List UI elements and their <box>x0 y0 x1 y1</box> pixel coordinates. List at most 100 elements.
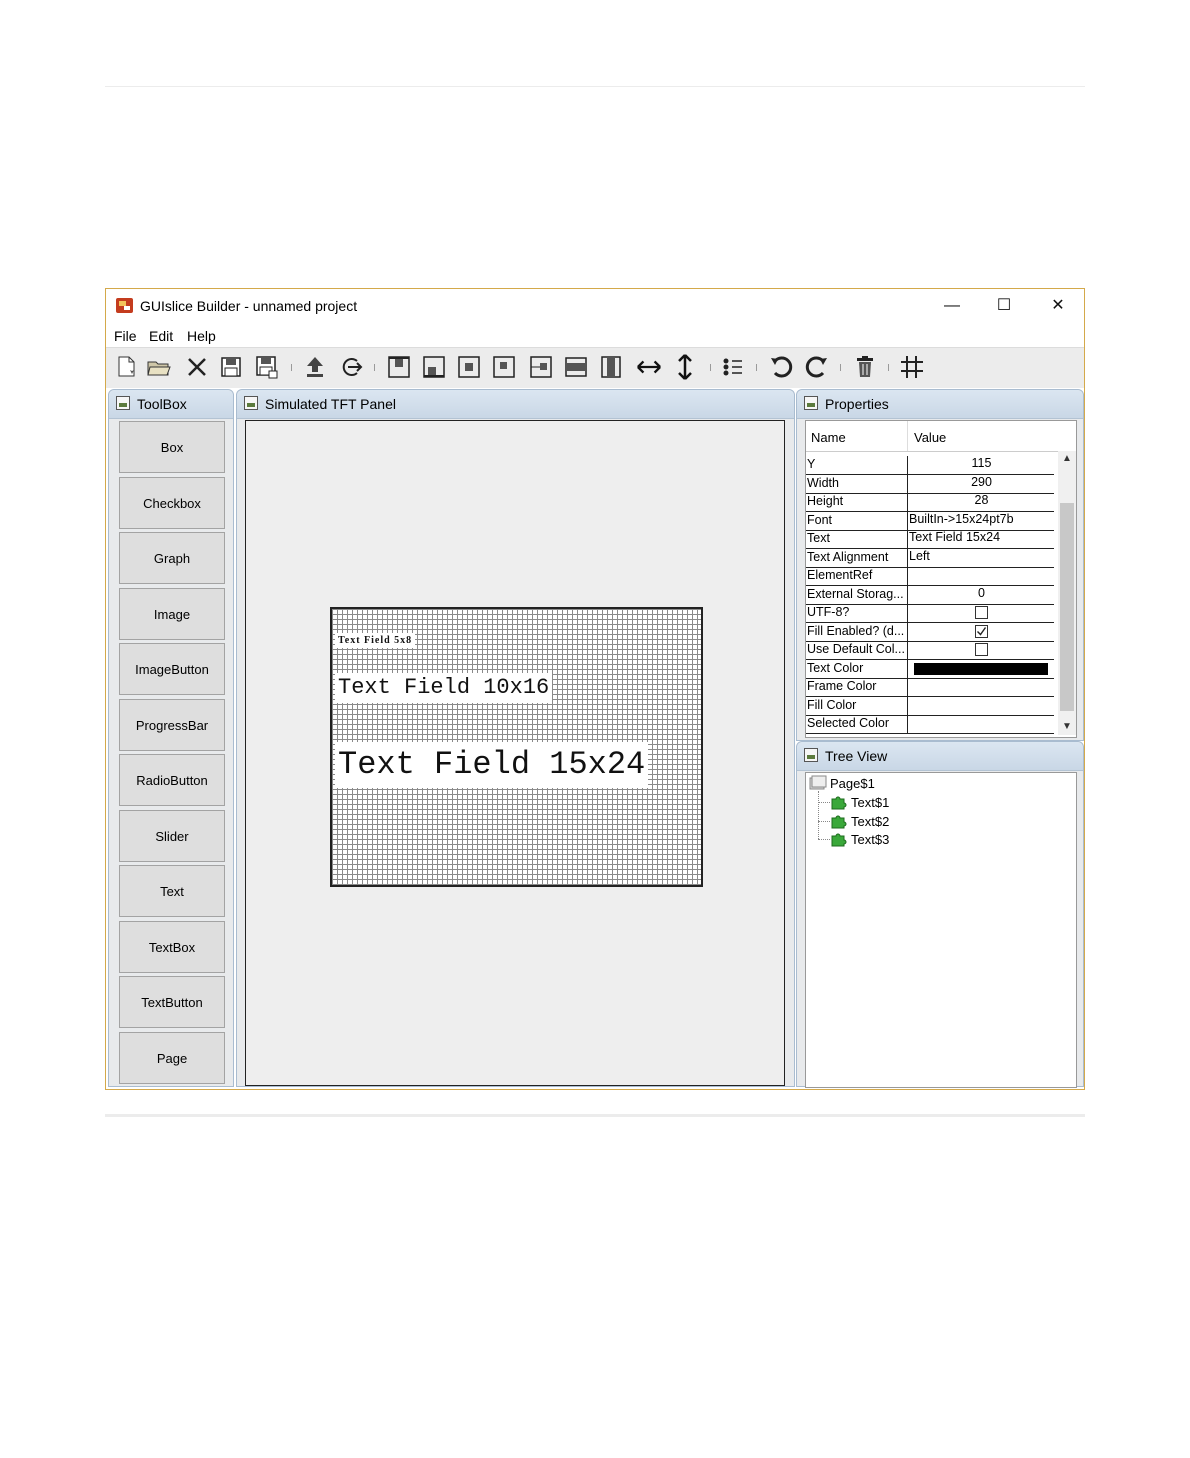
toolbox-radiobutton-button[interactable]: RadioButton <box>119 754 225 806</box>
property-row[interactable]: Height 28 <box>806 493 1054 512</box>
property-row[interactable]: Text Alignment Left <box>806 548 1056 568</box>
tft-canvas-area[interactable]: Text Field 5x8 Text Field 10x16 Text Fie… <box>245 420 785 1086</box>
scroll-down-icon[interactable]: ▼ <box>1058 719 1076 735</box>
panel-dock-icon[interactable] <box>116 396 130 410</box>
text-field-5x8[interactable]: Text Field 5x8 <box>335 633 416 648</box>
toolbox-image-button[interactable]: Image <box>119 588 225 640</box>
toolbox-checkbox-button[interactable]: Checkbox <box>119 477 225 529</box>
menu-edit[interactable]: Edit <box>149 328 173 344</box>
color-swatch[interactable] <box>914 662 1048 675</box>
tft-screen-grid[interactable]: Text Field 5x8 Text Field 10x16 Text Fie… <box>330 607 703 887</box>
puzzle-icon <box>831 833 847 847</box>
text-field-15x24[interactable]: Text Field 15x24 <box>335 742 649 788</box>
property-value[interactable]: Text Field 15x24 <box>907 530 1056 548</box>
toolbox-graph-button[interactable]: Graph <box>119 532 225 584</box>
property-value[interactable]: 290 <box>907 474 1055 493</box>
tree-item-text3[interactable]: Text$3 <box>830 831 889 847</box>
property-name: Text Color <box>807 660 864 675</box>
tree-view-area: Page$1 Text$1 Text$2 Text$3 <box>805 772 1077 1088</box>
new-file-icon[interactable] <box>114 354 140 380</box>
property-value[interactable] <box>907 567 1056 585</box>
open-folder-icon[interactable] <box>146 354 172 380</box>
property-row[interactable]: UTF-8? <box>806 604 1054 623</box>
save-icon[interactable] <box>218 354 244 380</box>
column-name-header[interactable]: Name <box>811 430 846 445</box>
toolbox-textbox-button[interactable]: TextBox <box>119 921 225 973</box>
toolbox-text-button[interactable]: Text <box>119 865 225 917</box>
toolbox-panel: ToolBox Box Checkbox Graph Image ImageBu… <box>108 389 234 1087</box>
property-value[interactable]: 28 <box>907 493 1055 511</box>
delete-icon[interactable] <box>852 354 878 380</box>
property-value[interactable] <box>907 659 1056 678</box>
align-hcenter-icon[interactable] <box>491 354 517 380</box>
property-row[interactable]: Frame Color <box>806 678 1054 697</box>
checkbox-icon[interactable] <box>975 643 988 656</box>
save-as-icon[interactable] <box>254 354 280 380</box>
property-row[interactable]: Width 290 <box>806 474 1055 494</box>
expand-horizontal-icon[interactable] <box>636 354 662 380</box>
property-row[interactable]: External Storag... 0 <box>806 585 1055 605</box>
minimize-button[interactable]: — <box>926 289 978 323</box>
tree-item-text2[interactable]: Text$2 <box>830 813 889 829</box>
property-value[interactable]: Left <box>907 548 1056 567</box>
align-width-icon[interactable] <box>563 354 589 380</box>
undo-icon[interactable] <box>768 354 794 380</box>
toolbox-progressbar-button[interactable]: ProgressBar <box>119 699 225 751</box>
tree-root-label: Page$1 <box>830 775 875 791</box>
property-name: ElementRef <box>807 568 873 582</box>
property-value[interactable] <box>907 678 1056 696</box>
menu-file[interactable]: File <box>114 328 137 344</box>
tree-root-page[interactable]: Page$1 <box>808 775 875 791</box>
toolbox-imagebutton-button[interactable]: ImageButton <box>119 643 225 695</box>
checkbox-icon[interactable] <box>975 606 988 619</box>
toolbox-box-button[interactable]: Box <box>119 421 225 473</box>
property-row[interactable]: Font BuiltIn->15x24pt7b <box>806 511 1056 531</box>
property-row[interactable]: Fill Color <box>806 696 1056 716</box>
tree-item-text1[interactable]: Text$1 <box>830 794 889 810</box>
property-value[interactable] <box>907 604 1056 622</box>
align-left-icon[interactable] <box>528 354 554 380</box>
property-value[interactable]: 115 <box>907 456 1055 474</box>
panel-dock-icon[interactable] <box>804 396 818 410</box>
align-height-icon[interactable] <box>598 354 624 380</box>
menu-help[interactable]: Help <box>187 328 216 344</box>
panel-dock-icon[interactable] <box>244 396 258 410</box>
expand-vertical-icon[interactable] <box>672 354 698 380</box>
export-icon[interactable] <box>302 354 328 380</box>
property-row[interactable]: Text Color <box>806 659 1056 679</box>
toolbox-slider-button[interactable]: Slider <box>119 810 225 862</box>
property-value[interactable] <box>907 715 1056 733</box>
close-icon[interactable] <box>184 354 210 380</box>
property-value[interactable]: BuiltIn->15x24pt7b <box>907 511 1056 530</box>
list-icon[interactable] <box>720 354 746 380</box>
property-row[interactable]: Text Text Field 15x24 <box>806 530 1054 549</box>
properties-scrollbar[interactable]: ▲ ▼ <box>1058 451 1076 735</box>
property-row[interactable]: Selected Color <box>806 715 1054 734</box>
maximize-button[interactable]: ☐ <box>978 289 1030 323</box>
text-field-10x16[interactable]: Text Field 10x16 <box>335 673 553 703</box>
property-name: UTF-8? <box>807 605 850 619</box>
property-row[interactable]: Use Default Col... <box>806 641 1054 660</box>
scroll-up-icon[interactable]: ▲ <box>1058 451 1076 467</box>
column-value-header[interactable]: Value <box>914 430 946 445</box>
property-value[interactable] <box>907 622 1056 641</box>
checkbox-checked-icon[interactable] <box>975 624 988 638</box>
toolbox-textbutton-button[interactable]: TextButton <box>119 976 225 1028</box>
align-top-icon[interactable] <box>386 354 412 380</box>
scroll-thumb[interactable] <box>1060 503 1074 711</box>
exit-icon[interactable] <box>338 354 364 380</box>
toolbox-page-button[interactable]: Page <box>119 1032 225 1084</box>
align-center-icon[interactable] <box>456 354 482 380</box>
redo-icon[interactable] <box>804 354 830 380</box>
property-value[interactable] <box>907 641 1056 659</box>
property-row[interactable]: Y 115 <box>806 456 1054 475</box>
property-value[interactable] <box>907 696 1056 715</box>
property-row[interactable]: ElementRef <box>806 567 1054 586</box>
properties-panel: Properties Name Value Y 115 Width 290 Height… <box>796 389 1084 741</box>
panel-dock-icon[interactable] <box>804 748 818 762</box>
align-bottom-icon[interactable] <box>421 354 447 380</box>
property-value[interactable]: 0 <box>907 585 1055 604</box>
property-row[interactable]: Fill Enabled? (d... <box>806 622 1056 642</box>
close-window-button[interactable]: ✕ <box>1032 289 1084 323</box>
grid-icon[interactable] <box>899 354 925 380</box>
